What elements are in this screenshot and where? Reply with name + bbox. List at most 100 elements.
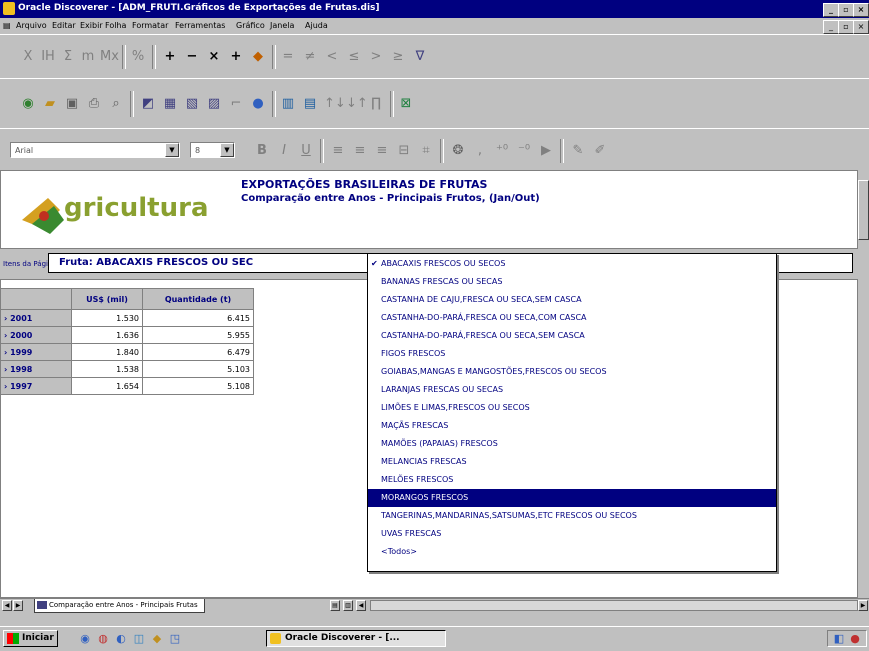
sort-descending-icon[interactable]: ↓↑ (346, 96, 368, 112)
dropdown-option-selected[interactable]: MORANGOS FRESCOS (368, 489, 776, 507)
cell-quantity[interactable]: 5.955 (142, 326, 254, 344)
align-right-icon[interactable]: ≡ (374, 143, 390, 159)
minimize-button[interactable]: _ (823, 3, 839, 17)
increase-decimal-icon[interactable]: ⁺⁰ (494, 143, 510, 159)
network-icon[interactable]: ◧ (832, 632, 846, 645)
graph-icon[interactable]: ▤ (302, 96, 318, 112)
menu-exibir[interactable]: Exibir (80, 21, 103, 30)
menu-janela[interactable]: Janela (270, 21, 294, 30)
cell-usd[interactable]: 1.654 (71, 377, 143, 395)
max-icon[interactable]: Mx (100, 49, 119, 65)
drill-icon[interactable]: ● (250, 96, 266, 112)
dropdown-option[interactable]: MAÇÃS FRESCAS (368, 417, 776, 435)
first-sheet-button[interactable]: ◀ (2, 600, 12, 611)
sheet-graph-button[interactable]: ▤ (330, 600, 340, 611)
vertical-scrollbar[interactable] (858, 170, 869, 598)
percent-icon[interactable]: IH (40, 49, 56, 65)
cell-usd[interactable]: 1.840 (71, 343, 143, 361)
row-header-year[interactable]: › 1999 (0, 343, 72, 361)
dropdown-option[interactable]: FIGOS FRESCOS (368, 345, 776, 363)
menu-ajuda[interactable]: Ajuda (305, 21, 328, 30)
cell-usd[interactable]: 1.530 (71, 309, 143, 327)
new-workbook-icon[interactable]: ◉ (20, 96, 36, 112)
scroll-left-button[interactable]: ◀ (356, 600, 366, 611)
menu-folha[interactable]: Folha (105, 21, 126, 30)
menu-editar[interactable]: Editar (52, 21, 76, 30)
horizontal-scrollbar[interactable] (370, 600, 858, 611)
subtract-icon[interactable]: − (184, 49, 200, 65)
column-header-usd[interactable]: US$ (mil) (71, 288, 143, 310)
add-icon[interactable]: + (162, 49, 178, 65)
dropdown-option[interactable]: MELÕES FRESCOS (368, 471, 776, 489)
cell-usd[interactable]: 1.636 (71, 326, 143, 344)
multiply-icon[interactable]: × (206, 49, 222, 65)
text-color-icon[interactable]: ✎ (570, 143, 586, 159)
dropdown-option[interactable]: GOIABAS,MANGAS E MANGOSTÕES,FRESCOS OU S… (368, 363, 776, 381)
menu-formatar[interactable]: Formatar (132, 21, 168, 30)
page-layout-icon[interactable]: ▨ (206, 96, 222, 112)
open-folder-icon[interactable]: ▰ (42, 96, 58, 112)
window-title-bar[interactable]: Oracle Discoverer - [ADM_FRUTI.Gráficos … (0, 0, 869, 18)
equals-icon[interactable]: = (280, 49, 296, 65)
chevron-down-icon[interactable]: ▼ (220, 143, 234, 157)
next-sheet-button[interactable]: ▶ (13, 600, 23, 611)
quicklaunch-app-icon[interactable]: ◳ (168, 632, 182, 645)
format-painter-icon[interactable]: ▶ (538, 143, 554, 159)
close-button[interactable]: × (853, 3, 869, 17)
menu-arquivo[interactable]: Arquivo (16, 21, 47, 30)
doc-restore-button[interactable]: ▫ (838, 20, 854, 34)
bar-chart-icon[interactable]: ▥ (280, 96, 296, 112)
less-than-icon[interactable]: < (324, 49, 340, 65)
align-left-icon[interactable]: ≡ (330, 143, 346, 159)
sheet-options-button[interactable]: ▥ (343, 600, 353, 611)
align-center-icon[interactable]: ≡ (352, 143, 368, 159)
cell-quantity[interactable]: 6.479 (142, 343, 254, 361)
row-header-year[interactable]: › 1997 (0, 377, 72, 395)
fruit-dropdown-list[interactable]: ✔ ABACAXIS FRESCOS OU SECOS BANANAS FRESC… (367, 253, 777, 572)
greater-equal-icon[interactable]: ≥ (390, 49, 406, 65)
comma-style-icon[interactable]: , (472, 143, 488, 159)
cut-icon[interactable]: X (20, 49, 36, 65)
table-layout-icon[interactable]: ▦ (162, 96, 178, 112)
print-preview-icon[interactable]: ⌕ (108, 96, 124, 112)
quicklaunch-folder-icon[interactable]: ◆ (150, 632, 164, 645)
fill-color-icon[interactable]: ✐ (592, 143, 608, 159)
row-header-year[interactable]: › 2000 (0, 326, 72, 344)
quicklaunch-outlook-icon[interactable]: ◍ (96, 632, 110, 645)
dropdown-option[interactable]: LARANJAS FRESCAS OU SECAS (368, 381, 776, 399)
wrap-text-icon[interactable]: ⊟ (396, 143, 412, 159)
percent-calc-icon[interactable]: % (130, 49, 146, 65)
antivirus-icon[interactable]: ● (848, 632, 862, 645)
cell-usd[interactable]: 1.538 (71, 360, 143, 378)
dropdown-option[interactable]: ✔ ABACAXIS FRESCOS OU SECOS (368, 255, 776, 273)
chevron-down-icon[interactable]: ▼ (165, 143, 179, 157)
dropdown-option[interactable]: MAMÕES (PAPAIAS) FRESCOS (368, 435, 776, 453)
query-icon[interactable]: ◩ (140, 96, 156, 112)
dropdown-option[interactable]: MELANCIAS FRESCAS (368, 453, 776, 471)
doc-close-button[interactable]: × (853, 20, 869, 34)
dropdown-option[interactable]: CASTANHA-DO-PARÁ,FRESCA OU SECA,SEM CASC… (368, 327, 776, 345)
font-selector[interactable]: Arial ▼ (10, 142, 180, 158)
totals-icon[interactable]: ∏ (368, 96, 384, 112)
save-icon[interactable]: ▣ (64, 96, 80, 112)
borders-icon[interactable]: ⌗ (418, 143, 434, 159)
quicklaunch-desktop-icon[interactable]: ◐ (114, 632, 128, 645)
dropdown-option[interactable]: LIMÕES E LIMAS,FRESCOS OU SECOS (368, 399, 776, 417)
dropdown-option[interactable]: TANGERINAS,MANDARINAS,SATSUMAS,ETC FRESC… (368, 507, 776, 525)
print-icon[interactable]: ⎙ (86, 96, 102, 112)
font-size-selector[interactable]: 8 ▼ (190, 142, 235, 158)
divide-icon[interactable]: + (228, 49, 244, 65)
greater-than-icon[interactable]: > (368, 49, 384, 65)
cell-quantity[interactable]: 5.103 (142, 360, 254, 378)
filter-icon[interactable]: ∇ (412, 49, 428, 65)
menu-grafico[interactable]: Gráfico (236, 21, 265, 30)
decrease-decimal-icon[interactable]: ⁻⁰ (516, 143, 532, 159)
pivot-icon[interactable]: ⌐ (228, 96, 244, 112)
menu-ferramentas[interactable]: Ferramentas (175, 21, 225, 30)
currency-icon[interactable]: ❂ (450, 143, 466, 159)
column-header-quantity[interactable]: Quantidade (t) (142, 288, 254, 310)
bold-icon[interactable]: B (254, 143, 270, 159)
cell-quantity[interactable]: 6.415 (142, 309, 254, 327)
row-header-year[interactable]: › 2001 (0, 309, 72, 327)
dropdown-option[interactable]: BANANAS FRESCAS OU SECAS (368, 273, 776, 291)
